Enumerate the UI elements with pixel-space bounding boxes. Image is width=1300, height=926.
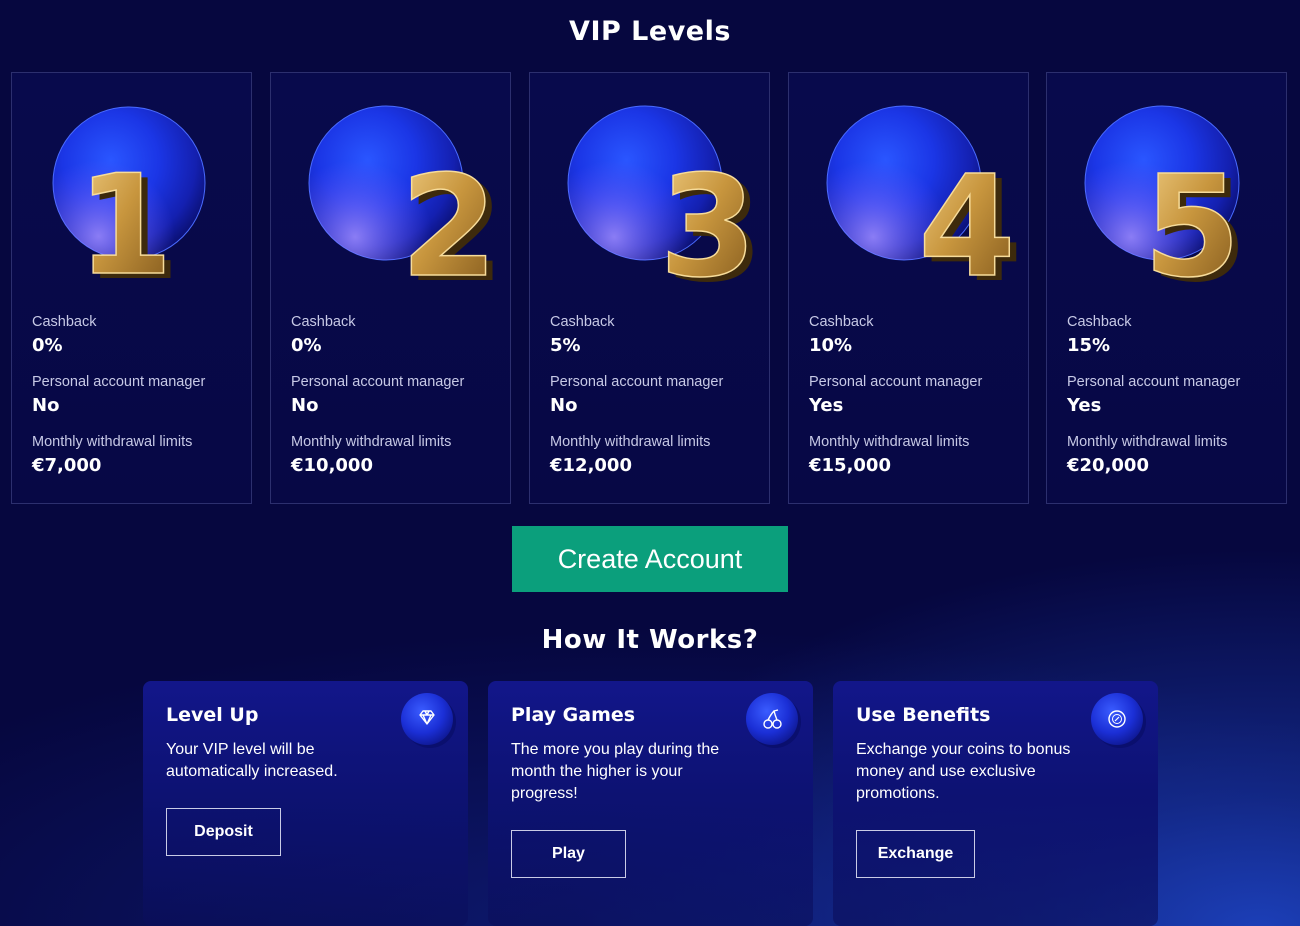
manager-value: No bbox=[291, 395, 319, 416]
cashback-value: 15% bbox=[1067, 335, 1111, 356]
level-5-number: 5 bbox=[1143, 146, 1240, 303]
deposit-button[interactable]: Deposit bbox=[166, 808, 281, 856]
cashback-label: Cashback bbox=[809, 314, 874, 330]
cashback-label: Cashback bbox=[291, 314, 356, 330]
withdrawal-limits-label: Monthly withdrawal limits bbox=[1067, 434, 1228, 450]
step-description: The more you play during the month the h… bbox=[511, 741, 720, 802]
manager-label: Personal account manager bbox=[1067, 374, 1241, 390]
manager-value: Yes bbox=[809, 395, 844, 416]
level-4-number: 4 bbox=[918, 146, 1015, 303]
step-title: Level Up bbox=[166, 704, 259, 726]
vip-level-card-2: 2 2 Cashback 0% Personal account manager… bbox=[270, 72, 511, 504]
vip-level-card-3: 3 3 Cashback 5% Personal account manager… bbox=[529, 72, 770, 504]
vip-level-card-5: 5 5 Cashback 15% Personal account manage… bbox=[1046, 72, 1287, 504]
cashback-value: 5% bbox=[550, 335, 581, 356]
withdrawal-limits-value: €20,000 bbox=[1067, 455, 1149, 476]
create-account-button[interactable]: Create Account bbox=[512, 526, 788, 592]
step-card-level-up: Level Up Your VIP level will be automati… bbox=[143, 681, 468, 926]
step-card-use-benefits: Use Benefits Exchange your coins to bonu… bbox=[833, 681, 1158, 926]
coin-exchange-icon bbox=[1089, 691, 1147, 749]
play-button[interactable]: Play bbox=[511, 830, 626, 878]
diamond-icon bbox=[399, 691, 457, 749]
exchange-button[interactable]: Exchange bbox=[856, 830, 975, 878]
level-2-number: 2 bbox=[400, 146, 497, 303]
manager-label: Personal account manager bbox=[809, 374, 983, 390]
level-1-number: 1 bbox=[77, 145, 173, 303]
withdrawal-limits-value: €12,000 bbox=[550, 455, 632, 476]
manager-label: Personal account manager bbox=[291, 374, 465, 390]
step-title: Use Benefits bbox=[856, 704, 991, 726]
withdrawal-limits-value: €15,000 bbox=[809, 455, 891, 476]
step-title: Play Games bbox=[511, 704, 636, 726]
vip-level-card-1: 1 1 Cashback 0% Personal account manager… bbox=[11, 72, 252, 504]
level-5-badge-image: 5 5 bbox=[1047, 73, 1288, 303]
cashback-label: Cashback bbox=[32, 314, 97, 330]
withdrawal-limits-value: €7,000 bbox=[32, 455, 102, 476]
manager-label: Personal account manager bbox=[550, 374, 724, 390]
manager-value: Yes bbox=[1067, 395, 1102, 416]
withdrawal-limits-label: Monthly withdrawal limits bbox=[550, 434, 711, 450]
level-1-badge-image: 1 1 bbox=[12, 73, 253, 303]
manager-label: Personal account manager bbox=[32, 374, 206, 390]
withdrawal-limits-value: €10,000 bbox=[291, 455, 373, 476]
manager-value: No bbox=[32, 395, 60, 416]
step-description: Your VIP level will be automatically inc… bbox=[166, 741, 338, 780]
level-4-badge-image: 4 4 bbox=[789, 73, 1030, 303]
vip-level-card-4: 4 4 Cashback 10% Personal account manage… bbox=[788, 72, 1029, 504]
cashback-value: 0% bbox=[32, 335, 63, 356]
vip-levels-title: VIP Levels bbox=[569, 16, 731, 47]
level-3-number: 3 bbox=[659, 146, 756, 303]
withdrawal-limits-label: Monthly withdrawal limits bbox=[809, 434, 970, 450]
step-description: Exchange your coins to bonus money and u… bbox=[856, 741, 1071, 802]
cashback-label: Cashback bbox=[550, 314, 615, 330]
withdrawal-limits-label: Monthly withdrawal limits bbox=[32, 434, 193, 450]
cashback-label: Cashback bbox=[1067, 314, 1132, 330]
withdrawal-limits-label: Monthly withdrawal limits bbox=[291, 434, 452, 450]
level-3-badge-image: 3 3 bbox=[530, 73, 771, 303]
manager-value: No bbox=[550, 395, 578, 416]
step-card-play-games: Play Games The more you play during the … bbox=[488, 681, 813, 926]
level-2-badge-image: 2 2 bbox=[271, 73, 512, 303]
cherries-icon bbox=[744, 691, 802, 749]
cashback-value: 0% bbox=[291, 335, 322, 356]
how-it-works-title: How It Works? bbox=[541, 625, 759, 655]
cashback-value: 10% bbox=[809, 335, 853, 356]
